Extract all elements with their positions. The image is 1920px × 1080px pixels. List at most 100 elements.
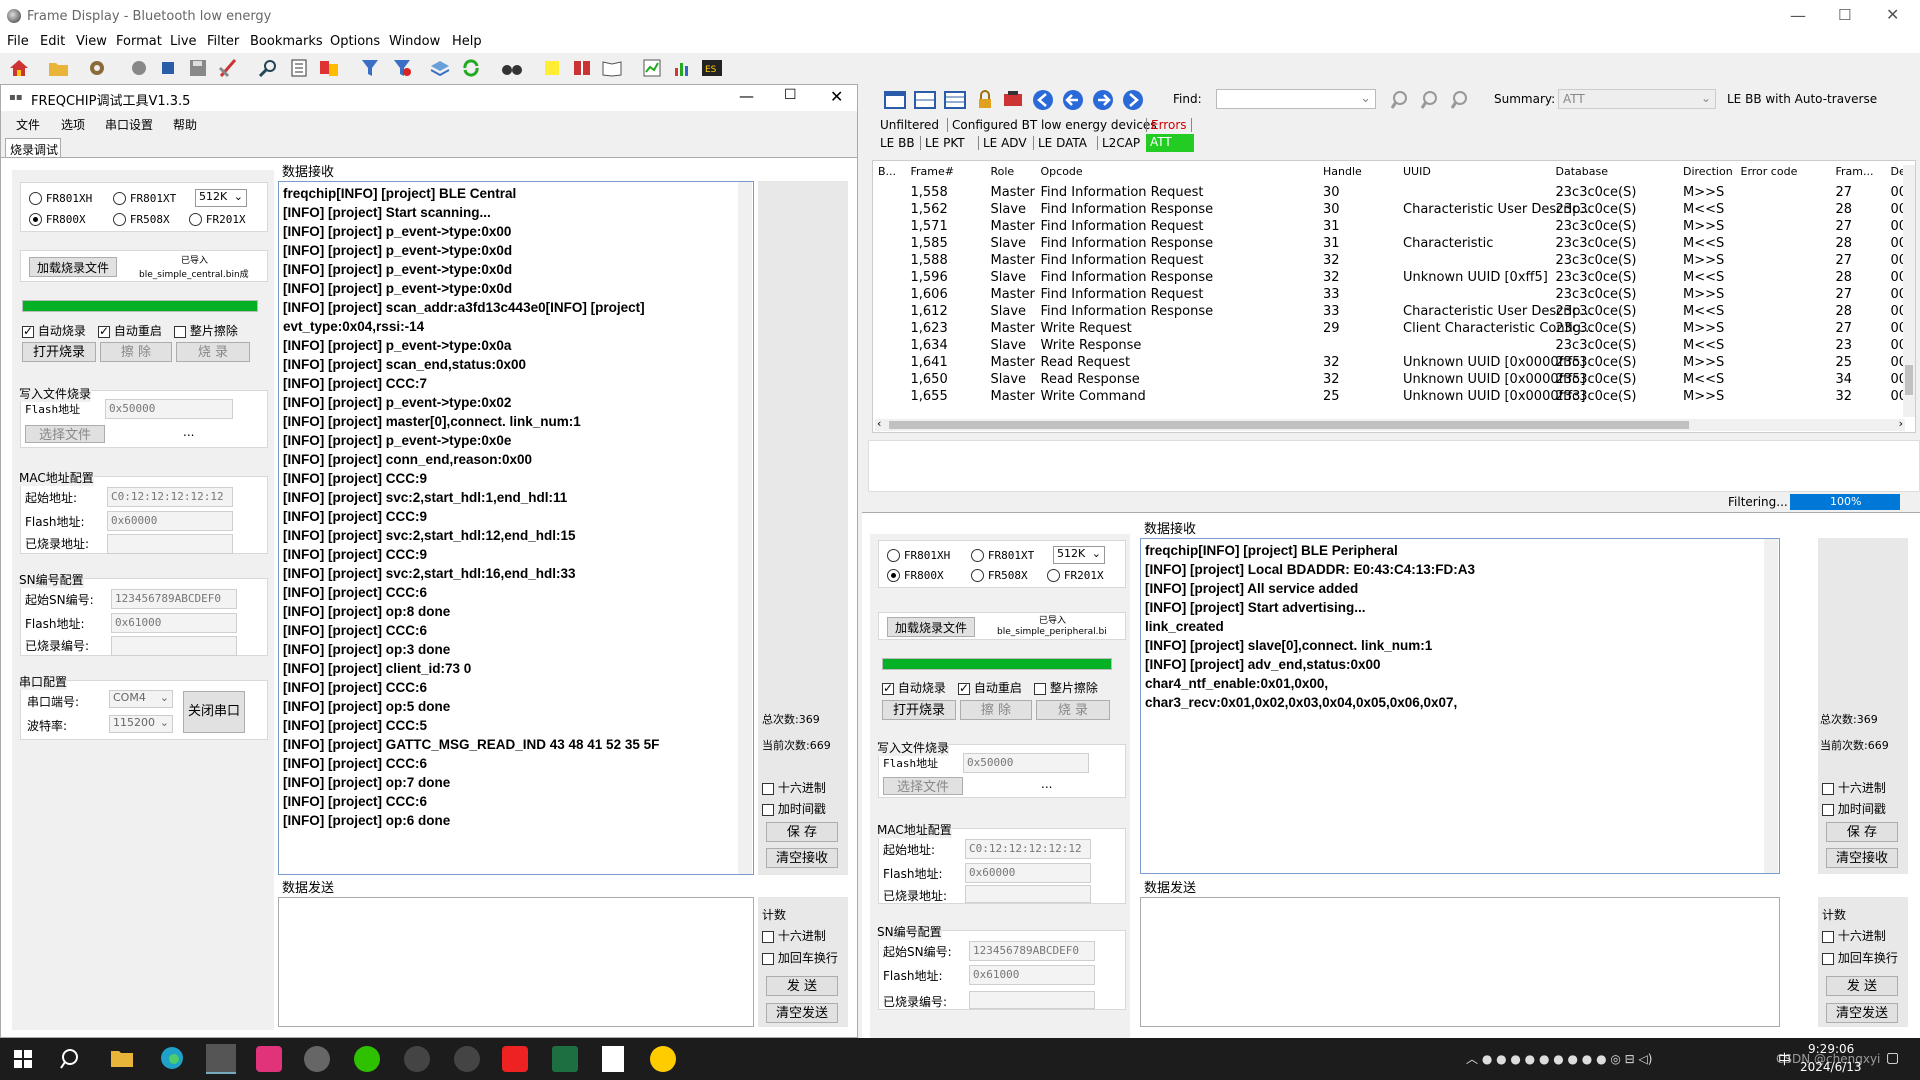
vscroll-thumb[interactable] bbox=[1905, 365, 1913, 395]
auto-burn-checkbox[interactable]: 自动烧录 bbox=[22, 322, 86, 339]
table-row[interactable]: 1,558 Master Find Information Request 30 23c… bbox=[873, 183, 1912, 200]
find-icon[interactable] bbox=[253, 54, 283, 82]
menu-window[interactable]: Window bbox=[389, 34, 440, 49]
table-row[interactable]: 1,606 Master Find Information Request 33 23c… bbox=[873, 285, 1912, 302]
right-flash-addr-field[interactable]: 0x50000 bbox=[963, 753, 1089, 773]
layers-icon[interactable] bbox=[425, 54, 455, 82]
freq-menu-file[interactable]: 文件 bbox=[16, 116, 40, 133]
note-icon[interactable] bbox=[537, 54, 567, 82]
column-header[interactable]: Frame# bbox=[911, 165, 955, 178]
column-header[interactable]: UUID bbox=[1403, 165, 1431, 178]
port-select[interactable]: COM4 ⌄ bbox=[109, 690, 173, 708]
column-header[interactable]: B... bbox=[878, 165, 896, 178]
first-icon[interactable] bbox=[1028, 86, 1058, 114]
packet-table-hscroll[interactable]: ‹ › bbox=[875, 417, 1905, 431]
right-load-burn-file-button[interactable]: 加载烧录文件 bbox=[887, 617, 975, 637]
send-crlf-checkbox-left[interactable]: 加回车换行 bbox=[762, 949, 838, 966]
open-burn-button[interactable]: 打开烧录 bbox=[22, 342, 96, 362]
burn-button[interactable]: 烧 录 bbox=[176, 342, 250, 362]
send-hex-checkbox-right[interactable]: 十六进制 bbox=[1822, 927, 1886, 944]
column-header[interactable]: Fram... bbox=[1836, 165, 1874, 178]
book-red-icon[interactable] bbox=[567, 54, 597, 82]
windows-start-icon[interactable] bbox=[14, 1050, 32, 1072]
sn-burned-field[interactable] bbox=[111, 636, 237, 656]
youdao-icon[interactable] bbox=[502, 1046, 528, 1072]
close-button[interactable]: ✕ bbox=[1886, 5, 1899, 24]
clear-recv-button-right[interactable]: 清空接收 bbox=[1826, 848, 1898, 868]
app-pink-icon[interactable] bbox=[256, 1046, 282, 1072]
menu-view[interactable]: View bbox=[76, 34, 107, 49]
qq-icon-1[interactable] bbox=[404, 1046, 430, 1072]
erase-button[interactable]: 擦 除 bbox=[100, 342, 172, 362]
column-header[interactable]: Direction bbox=[1683, 165, 1733, 178]
find-all-icon[interactable] bbox=[1446, 86, 1476, 114]
find-next-icon[interactable] bbox=[1416, 86, 1446, 114]
maximize-button[interactable]: ☐ bbox=[1838, 6, 1851, 24]
column-header[interactable]: Handle bbox=[1323, 165, 1362, 178]
freq-menu-options[interactable]: 选项 bbox=[61, 116, 85, 133]
right-auto-burn-checbox[interactable]: 自动烧录 bbox=[882, 679, 946, 696]
radio-fr508x[interactable]: FR508X bbox=[113, 212, 170, 226]
clear-send-button-right[interactable]: 清空发送 bbox=[1826, 1003, 1898, 1023]
binoculars-icon[interactable] bbox=[497, 54, 527, 82]
size-select[interactable]: 512K ⌄ bbox=[195, 189, 247, 207]
menu-bookmarks[interactable]: Bookmarks bbox=[250, 34, 323, 49]
send-crlf-checkbox-right[interactable]: 加回车换行 bbox=[1822, 949, 1898, 966]
central-log-scrollbar[interactable] bbox=[738, 182, 752, 874]
right-radio-fr800x[interactable]: FR800X bbox=[887, 568, 944, 582]
menu-filter[interactable]: Filter bbox=[207, 34, 239, 49]
freq-menu-help[interactable]: 帮助 bbox=[173, 116, 197, 133]
table-row[interactable]: 1,612 Slave Find Information Response 33 Cha… bbox=[873, 302, 1912, 319]
freq-menu-serial[interactable]: 串口设置 bbox=[105, 116, 153, 133]
open-folder-icon[interactable] bbox=[44, 54, 74, 82]
right-mac-start-field[interactable]: C0:12:12:12:12:12 bbox=[965, 839, 1091, 859]
table-row[interactable]: 1,585 Slave Find Information Response 31 Cha… bbox=[873, 234, 1912, 251]
wechat-icon[interactable] bbox=[354, 1046, 380, 1072]
right-radio-fr801xt[interactable]: FR801XT bbox=[971, 548, 1034, 562]
right-mac-burned-field[interactable] bbox=[965, 885, 1091, 903]
clear-icon[interactable] bbox=[213, 54, 243, 82]
prev-icon[interactable] bbox=[1058, 86, 1088, 114]
right-sn-flash-field[interactable]: 0x61000 bbox=[969, 965, 1095, 985]
freq-maximize-button[interactable]: ☐ bbox=[784, 87, 797, 103]
radio-fr801xt[interactable]: FR801XT bbox=[113, 191, 176, 205]
tab-le-pkt[interactable]: LE PKT bbox=[920, 136, 965, 150]
right-open-burn-button[interactable]: 打开烧录 bbox=[882, 700, 956, 720]
radio-fr801xh[interactable]: FR801XH bbox=[29, 191, 92, 205]
peripheral-log-scrollbar[interactable] bbox=[1764, 539, 1778, 873]
tab-burn-debug[interactable]: 烧录调试 bbox=[5, 138, 61, 158]
notification-icon[interactable]: ▢ bbox=[1886, 1050, 1899, 1066]
right-erase-button[interactable]: 擦 除 bbox=[960, 700, 1032, 720]
table-row[interactable]: 1,596 Slave Find Information Response 32 Unk… bbox=[873, 268, 1912, 285]
table-row[interactable]: 1,623 Master Write Request 29 Client Charact… bbox=[873, 319, 1912, 336]
table-row[interactable]: 1,655 Master Write Command 25 Unknown UUID [… bbox=[873, 387, 1912, 404]
auto-restart-checkbox[interactable]: 自动重启 bbox=[98, 322, 162, 339]
edge-browser-icon[interactable] bbox=[160, 1046, 184, 1074]
es-icon[interactable]: ES bbox=[697, 54, 727, 82]
filter-icon[interactable] bbox=[355, 54, 385, 82]
recv-timestamp-checkbox-left[interactable]: 加时间戳 bbox=[762, 800, 826, 817]
right-select-file-button[interactable]: 选择文件 bbox=[883, 777, 963, 795]
book-open-icon[interactable] bbox=[597, 54, 627, 82]
sniffer-task-icon[interactable] bbox=[650, 1046, 676, 1072]
right-radio-fr508x[interactable]: FR508X bbox=[971, 568, 1028, 582]
column-header[interactable]: Role bbox=[991, 165, 1015, 178]
table-row[interactable]: 1,562 Slave Find Information Response 30 Cha… bbox=[873, 200, 1912, 217]
menu-live[interactable]: Live bbox=[170, 34, 197, 49]
save-icon[interactable] bbox=[183, 54, 213, 82]
layout-1-icon[interactable] bbox=[880, 86, 910, 114]
layout-2-icon[interactable] bbox=[910, 86, 940, 114]
menu-file[interactable]: File bbox=[7, 34, 29, 49]
stop-icon[interactable] bbox=[153, 54, 183, 82]
filter-red-icon[interactable] bbox=[387, 54, 417, 82]
table-row[interactable]: 1,634 Slave Write Response 23c3c0ce(S) M<<S 2… bbox=[873, 336, 1912, 353]
bookmark-icon[interactable] bbox=[314, 54, 344, 82]
sn-flash-field[interactable]: 0x61000 bbox=[111, 613, 237, 633]
flash-addr-field[interactable]: 0x50000 bbox=[105, 399, 233, 419]
clear-send-button-left[interactable]: 清空发送 bbox=[766, 1003, 838, 1023]
table-row[interactable]: 1,571 Master Find Information Request 31 23c… bbox=[873, 217, 1912, 234]
tab-att[interactable]: ATT bbox=[1146, 134, 1194, 152]
next-icon[interactable] bbox=[1088, 86, 1118, 114]
tab-l2cap[interactable]: L2CAP bbox=[1097, 136, 1140, 150]
right-radio-fr801xh[interactable]: FR801XH bbox=[887, 548, 950, 562]
